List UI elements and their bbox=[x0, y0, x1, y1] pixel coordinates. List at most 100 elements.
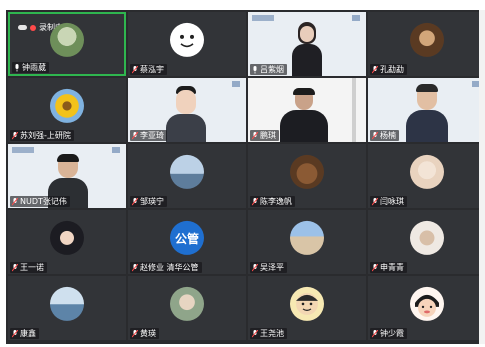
name-tag: 吕紫烟 bbox=[250, 64, 287, 75]
participant-name: 赵修业 清华公管 bbox=[140, 263, 199, 272]
video-grid: 录制中 钟雨葳 蔡泓宇 吕紫烟 孔勐勐 苏刘强-上研院 李亚琦 鹏琪 杨楠 NU… bbox=[6, 10, 485, 344]
microphone-muted-icon bbox=[372, 197, 378, 206]
microphone-muted-icon bbox=[372, 65, 378, 74]
microphone-muted-icon bbox=[132, 329, 138, 338]
microphone-muted-icon bbox=[252, 329, 258, 338]
person-video bbox=[406, 84, 448, 142]
avatar bbox=[410, 22, 444, 57]
participant-tile[interactable]: 王尧池 bbox=[248, 276, 366, 340]
microphone-icon bbox=[14, 63, 20, 72]
participant-video-tile[interactable]: 李亚琦 bbox=[128, 78, 246, 142]
microphone-muted-icon bbox=[252, 197, 258, 206]
participant-tile[interactable]: 王一诺 bbox=[8, 210, 126, 274]
record-dot-icon bbox=[30, 24, 36, 31]
participant-video-tile[interactable]: 吕紫烟 bbox=[248, 12, 366, 76]
participant-video-tile[interactable]: 鹏琪 bbox=[248, 78, 366, 142]
participant-name: 蔡泓宇 bbox=[140, 65, 164, 74]
microphone-muted-icon bbox=[132, 65, 138, 74]
participant-name: 苏刘强-上研院 bbox=[20, 131, 71, 140]
participant-tile[interactable]: 钟少霞 bbox=[368, 276, 485, 340]
avatar bbox=[50, 88, 84, 123]
participant-name: 康鑫 bbox=[20, 329, 36, 338]
participant-tile[interactable]: 康鑫 bbox=[8, 276, 126, 340]
participant-tile[interactable]: 吴泽平 bbox=[248, 210, 366, 274]
name-tag: 邹瑛宁 bbox=[130, 196, 167, 207]
person-video bbox=[292, 22, 322, 76]
avatar bbox=[290, 286, 324, 321]
participant-name: 鹏琪 bbox=[260, 131, 276, 140]
name-tag: 鹏琪 bbox=[250, 130, 279, 141]
avatar bbox=[170, 286, 204, 321]
avatar bbox=[410, 286, 444, 321]
avatar bbox=[290, 154, 324, 189]
name-tag: 申青青 bbox=[370, 262, 407, 273]
participant-tile[interactable]: 公管 赵修业 清华公管 bbox=[128, 210, 246, 274]
name-tag: 吴泽平 bbox=[250, 262, 287, 273]
microphone-muted-icon bbox=[252, 131, 258, 140]
participant-tile[interactable]: 录制中 钟雨葳 bbox=[8, 12, 126, 76]
participant-name: 王一诺 bbox=[20, 263, 44, 272]
participant-name: 陈李逸帆 bbox=[260, 197, 292, 206]
person-video bbox=[280, 88, 328, 142]
participant-name: 吴泽平 bbox=[260, 263, 284, 272]
participant-tile[interactable]: 孔勐勐 bbox=[368, 12, 485, 76]
microphone-muted-icon bbox=[372, 131, 378, 140]
avatar: 公管 bbox=[170, 220, 204, 255]
participant-tile[interactable]: 陈李逸帆 bbox=[248, 144, 366, 208]
participant-name: 钟少霞 bbox=[380, 329, 404, 338]
participant-tile[interactable]: 苏刘强-上研院 bbox=[8, 78, 126, 142]
participant-tile[interactable]: 黄瑛 bbox=[128, 276, 246, 340]
name-tag: 王尧池 bbox=[250, 328, 287, 339]
name-tag: 康鑫 bbox=[10, 328, 39, 339]
microphone-icon bbox=[252, 65, 258, 74]
participant-video-tile[interactable]: NUDT张记伟 bbox=[8, 144, 126, 208]
avatar bbox=[170, 154, 204, 189]
microphone-muted-icon bbox=[252, 263, 258, 272]
participant-tile[interactable]: 申青青 bbox=[368, 210, 485, 274]
name-tag: 孔勐勐 bbox=[370, 64, 407, 75]
participant-tile[interactable]: 闫咏琪 bbox=[368, 144, 485, 208]
participant-tile[interactable]: 邹瑛宁 bbox=[128, 144, 246, 208]
avatar-initials: 公管 bbox=[174, 231, 199, 246]
participant-tile[interactable]: 蔡泓宇 bbox=[128, 12, 246, 76]
name-tag: NUDT张记伟 bbox=[10, 196, 70, 207]
participant-name: 钟雨葳 bbox=[22, 63, 46, 72]
participant-name: 李亚琦 bbox=[140, 131, 164, 140]
microphone-muted-icon bbox=[12, 263, 18, 272]
name-tag: 苏刘强-上研院 bbox=[10, 130, 74, 141]
person-video bbox=[166, 86, 206, 142]
microphone-muted-icon bbox=[132, 131, 138, 140]
participant-name: 孔勐勐 bbox=[380, 65, 404, 74]
participant-name: 闫咏琪 bbox=[380, 197, 404, 206]
microphone-muted-icon bbox=[12, 131, 18, 140]
participant-name: 黄瑛 bbox=[140, 329, 156, 338]
participant-name: 邹瑛宁 bbox=[140, 197, 164, 206]
name-tag: 钟雨葳 bbox=[12, 62, 49, 73]
name-tag: 李亚琦 bbox=[130, 130, 167, 141]
name-tag: 闫咏琪 bbox=[370, 196, 407, 207]
microphone-muted-icon bbox=[12, 197, 18, 206]
cloud-icon bbox=[18, 25, 27, 30]
name-tag: 陈李逸帆 bbox=[250, 196, 295, 207]
avatar bbox=[410, 154, 444, 189]
participant-name: 吕紫烟 bbox=[260, 65, 284, 74]
microphone-muted-icon bbox=[132, 197, 138, 206]
avatar bbox=[50, 286, 84, 321]
avatar bbox=[410, 220, 444, 255]
name-tag: 杨楠 bbox=[370, 130, 399, 141]
avatar bbox=[50, 220, 84, 255]
participant-name: NUDT张记伟 bbox=[20, 197, 67, 206]
avatar bbox=[50, 22, 84, 57]
participant-name: 王尧池 bbox=[260, 329, 284, 338]
scrollbar-track[interactable] bbox=[479, 10, 485, 344]
participant-name: 杨楠 bbox=[380, 131, 396, 140]
microphone-muted-icon bbox=[132, 263, 138, 272]
name-tag: 黄瑛 bbox=[130, 328, 159, 339]
avatar bbox=[170, 22, 204, 57]
avatar bbox=[290, 220, 324, 255]
microphone-muted-icon bbox=[372, 263, 378, 272]
participant-video-tile[interactable]: 杨楠 bbox=[368, 78, 485, 142]
microphone-muted-icon bbox=[12, 329, 18, 338]
participant-name: 申青青 bbox=[380, 263, 404, 272]
name-tag: 钟少霞 bbox=[370, 328, 407, 339]
